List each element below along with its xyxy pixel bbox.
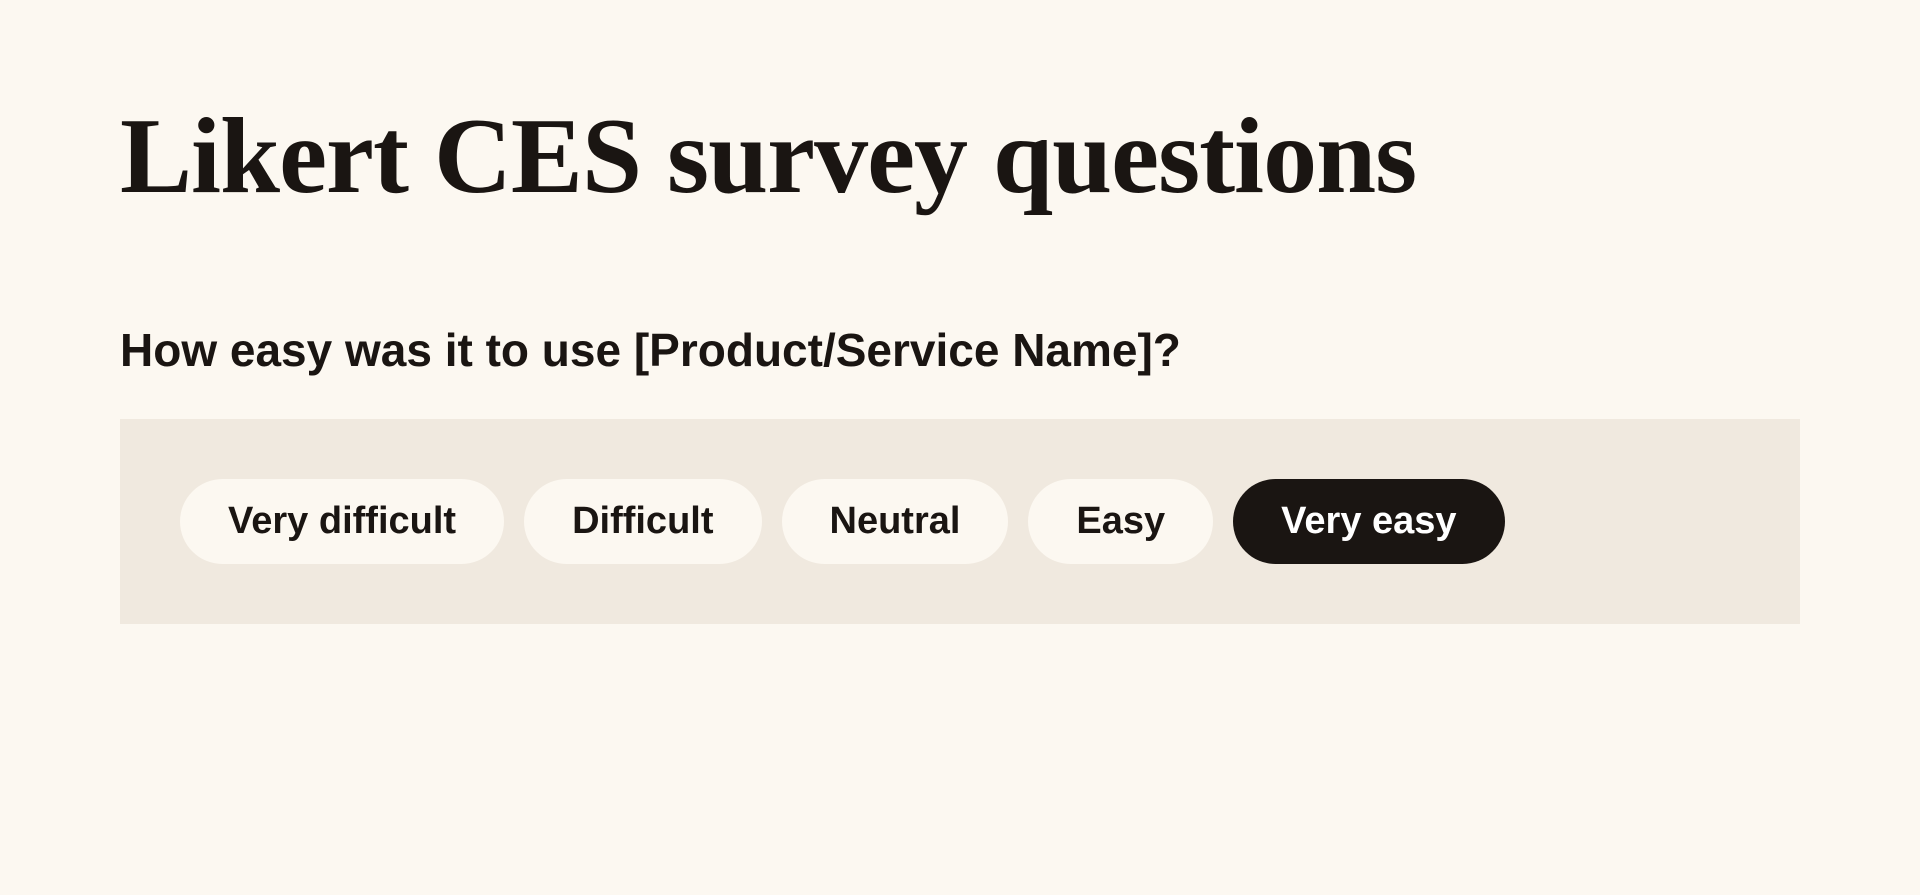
likert-options-panel: Very difficult Difficult Neutral Easy Ve… (120, 419, 1800, 625)
option-easy[interactable]: Easy (1028, 479, 1213, 565)
survey-container: Likert CES survey questions How easy was… (0, 0, 1920, 624)
option-neutral[interactable]: Neutral (782, 479, 1009, 565)
option-difficult[interactable]: Difficult (524, 479, 761, 565)
option-very-easy[interactable]: Very easy (1233, 479, 1504, 565)
survey-question: How easy was it to use [Product/Service … (120, 323, 1800, 378)
page-title: Likert CES survey questions (120, 100, 1800, 213)
option-very-difficult[interactable]: Very difficult (180, 479, 504, 565)
